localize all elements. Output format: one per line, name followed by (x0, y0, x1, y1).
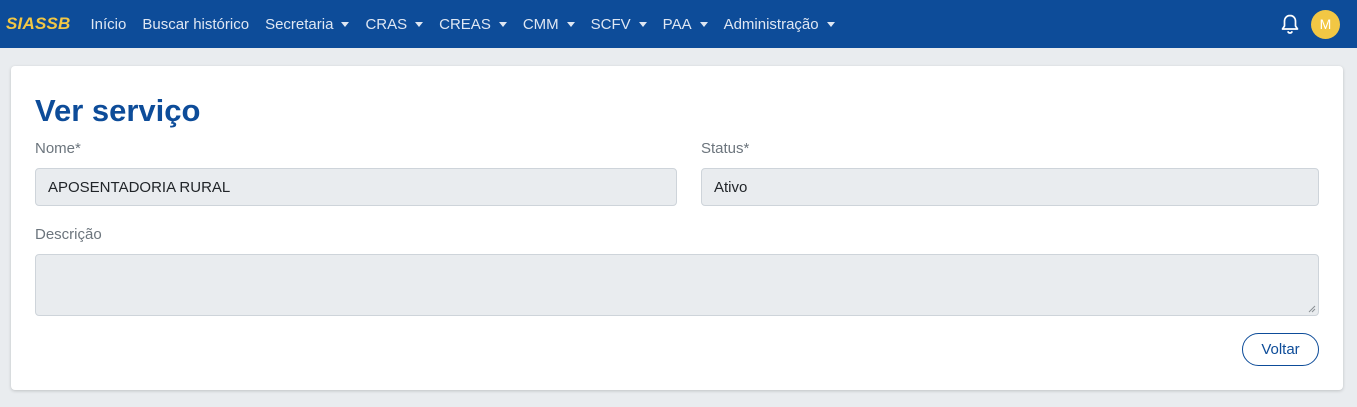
resize-grip-icon[interactable] (1308, 305, 1316, 313)
page-title: Ver serviço (35, 93, 201, 128)
caret-down-icon (826, 22, 835, 27)
nav-item-inicio[interactable]: Início (83, 16, 135, 33)
caret-down-icon (341, 22, 350, 27)
nav-item-label: Secretaria (265, 15, 334, 33)
descricao-textarea[interactable] (35, 254, 1319, 316)
caret-down-icon (498, 22, 507, 27)
brand-logo[interactable]: SIASSB (6, 14, 71, 34)
caret-down-icon (699, 22, 708, 27)
service-detail-card: Ver serviço Nome* APOSENTADORIA RURAL St… (11, 66, 1343, 390)
caret-down-icon (415, 22, 424, 27)
nav-item-cmm[interactable]: CMM (515, 16, 583, 33)
nav-right-group: M (1280, 0, 1340, 48)
back-button[interactable]: Voltar (1242, 333, 1319, 366)
descricao-label: Descrição (35, 226, 102, 243)
nav-item-label: SCFV (590, 15, 631, 33)
status-label: Status* (701, 140, 750, 157)
nav-item-label: Início (90, 15, 127, 33)
caret-down-icon (566, 22, 575, 27)
bell-icon[interactable] (1280, 13, 1300, 35)
nav-item-paa[interactable]: PAA (655, 16, 716, 33)
nav-item-secretaria[interactable]: Secretaria (257, 16, 357, 33)
nav-item-label: CRAS (365, 15, 408, 33)
nav-item-label: CREAS (439, 15, 491, 33)
nome-field[interactable]: APOSENTADORIA RURAL (35, 168, 677, 206)
nav-item-cras[interactable]: CRAS (357, 16, 431, 33)
user-avatar[interactable]: M (1311, 9, 1340, 39)
top-navbar: SIASSB Início Buscar histórico Secretari… (0, 0, 1357, 48)
status-field[interactable]: Ativo (701, 168, 1319, 206)
nav-menu: Início Buscar histórico Secretaria CRAS … (83, 16, 843, 33)
nav-item-label: Buscar histórico (142, 15, 250, 33)
caret-down-icon (638, 22, 647, 27)
nome-label: Nome* (35, 140, 81, 157)
nav-item-label: PAA (662, 15, 692, 33)
nav-item-label: CMM (522, 15, 559, 33)
nav-item-scfv[interactable]: SCFV (583, 16, 655, 33)
nav-item-administracao[interactable]: Administração (716, 16, 843, 33)
nav-item-buscar-historico[interactable]: Buscar histórico (134, 16, 257, 33)
nav-item-label: Administração (723, 15, 819, 33)
nav-item-creas[interactable]: CREAS (431, 16, 515, 33)
